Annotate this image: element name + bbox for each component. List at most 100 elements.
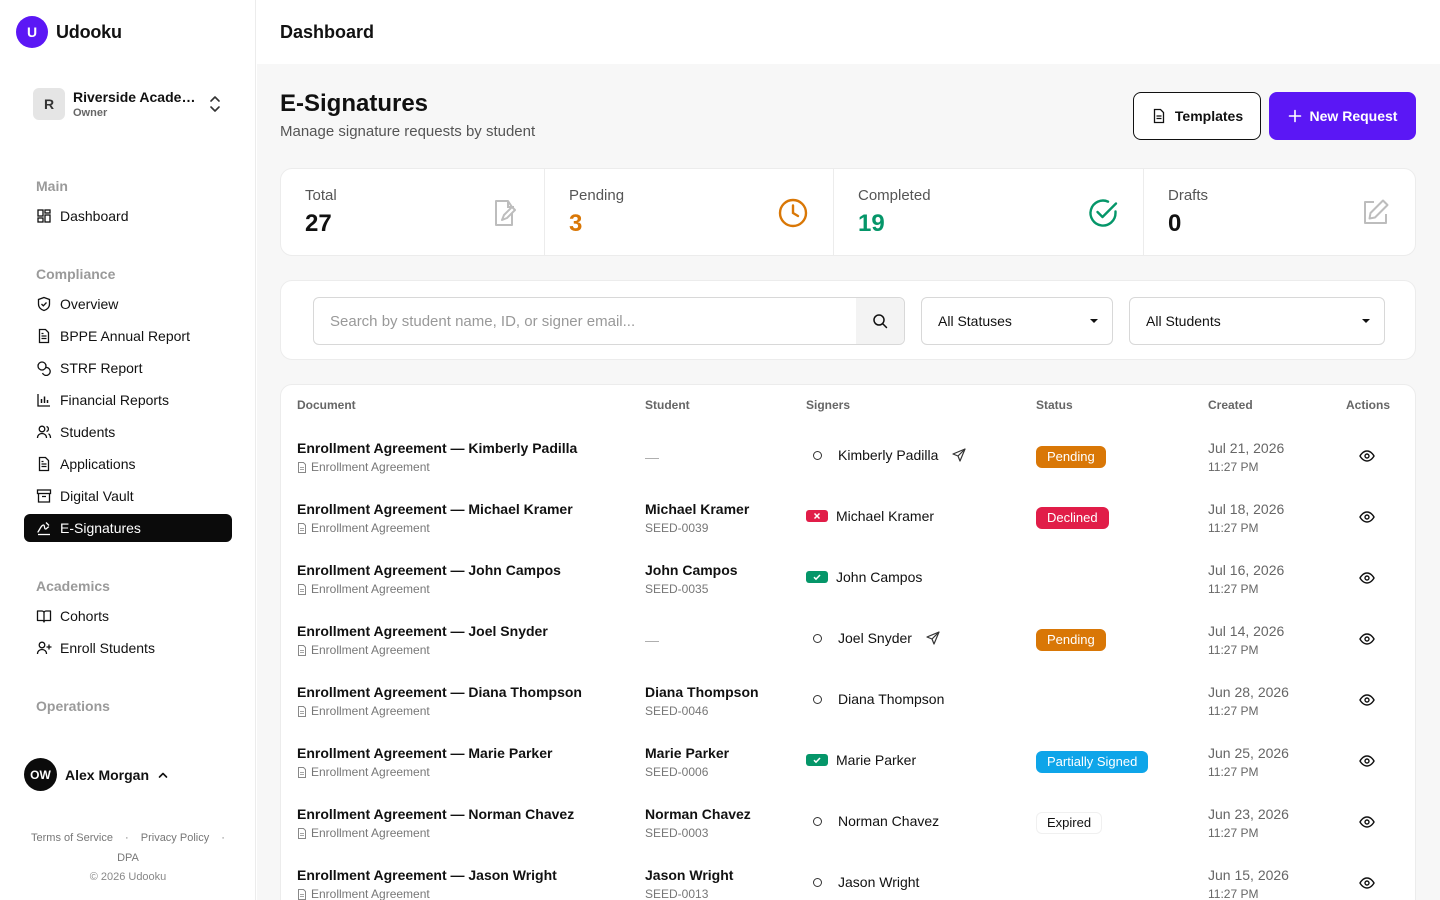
sidebar-item-label: Enroll Students (60, 640, 155, 656)
student-id: SEED-0035 (645, 582, 709, 596)
search-icon (873, 314, 888, 329)
avatar: OW (24, 758, 57, 791)
templates-button[interactable]: Templates (1133, 92, 1261, 140)
student-id: SEED-0003 (645, 826, 709, 840)
stat-drafts: Drafts 0 (1144, 169, 1415, 255)
sidebar-item-label: Digital Vault (60, 488, 134, 504)
sidebar-item-cohorts[interactable]: Cohorts (24, 602, 232, 630)
privacy-link[interactable]: Privacy Policy (141, 832, 209, 844)
copyright: © 2026 Udooku (89, 871, 167, 883)
sidebar-item-digital-vault[interactable]: Digital Vault (24, 482, 232, 510)
stat-pending: Pending 3 (545, 169, 834, 255)
table-row[interactable]: Enrollment Agreement — Kimberly Padilla E… (281, 425, 1415, 486)
signer-name: Joel Snyder (838, 630, 912, 646)
table-row[interactable]: Enrollment Agreement — Michael Kramer Enr… (281, 486, 1415, 547)
clock-icon (778, 198, 808, 228)
search-button[interactable] (856, 298, 904, 344)
file-text-icon (38, 328, 50, 344)
sidebar-item-enroll-students[interactable]: Enroll Students (24, 634, 232, 662)
page-title: E-Signatures (280, 90, 429, 117)
sidebar-item-applications[interactable]: Applications (24, 450, 232, 478)
terms-link[interactable]: Terms of Service (31, 832, 113, 844)
sidebar-item-dashboard[interactable]: Dashboard (24, 202, 232, 230)
sidebar-item-overview[interactable]: Overview (24, 290, 232, 318)
student-empty: — (645, 632, 659, 648)
sidebar-item-bppe-annual-report[interactable]: BPPE Annual Report (24, 322, 232, 350)
document-title[interactable]: Enrollment Agreement — Joel Snyder (297, 623, 548, 639)
signer-name: Kimberly Padilla (838, 447, 939, 463)
dpa-link[interactable]: DPA (117, 852, 139, 864)
view-button[interactable] (1359, 448, 1375, 469)
created-date: Jul 18, 2026 (1208, 501, 1285, 517)
document-type-label: Enrollment Agreement (311, 521, 430, 535)
view-button[interactable] (1359, 692, 1375, 713)
table-row[interactable]: Enrollment Agreement — Norman Chavez Enro… (281, 791, 1415, 852)
table-row[interactable]: Enrollment Agreement — Joel Snyder Enroll… (281, 608, 1415, 669)
created-time: 11:27 PM (1208, 826, 1259, 840)
signatures-table: Document Student Signers Status Created … (280, 384, 1416, 900)
send-icon[interactable] (926, 631, 940, 645)
document-title[interactable]: Enrollment Agreement — Diana Thompson (297, 684, 582, 700)
student-name: John Campos (645, 562, 738, 578)
document-type: Enrollment Agreement (297, 460, 577, 474)
pending-circle-icon (813, 633, 822, 643)
eye-icon (1359, 511, 1375, 523)
document-title[interactable]: Enrollment Agreement — John Campos (297, 562, 561, 578)
file-icon (298, 522, 306, 534)
view-button[interactable] (1359, 814, 1375, 835)
document-type-label: Enrollment Agreement (311, 643, 430, 657)
student-id: SEED-0013 (645, 887, 709, 900)
document-title[interactable]: Enrollment Agreement — Marie Parker (297, 745, 552, 761)
eye-icon (1359, 755, 1375, 767)
document-type: Enrollment Agreement (297, 582, 561, 596)
send-icon[interactable] (952, 448, 966, 462)
file-icon (298, 705, 306, 717)
sidebar-item-strf-report[interactable]: STRF Report (24, 354, 232, 382)
file-icon (298, 766, 306, 778)
brand-logo: U (16, 16, 48, 48)
grid-icon (37, 209, 51, 223)
view-button[interactable] (1359, 509, 1375, 530)
document-title[interactable]: Enrollment Agreement — Michael Kramer (297, 501, 573, 517)
sidebar-item-financial-reports[interactable]: Financial Reports (24, 386, 232, 414)
view-button[interactable] (1359, 753, 1375, 774)
view-button[interactable] (1359, 570, 1375, 591)
sidebar-item-label: Cohorts (60, 608, 110, 624)
org-switcher[interactable]: R Riverside Academy of Arts Owner (24, 80, 232, 128)
user-menu[interactable]: OW Alex Morgan (24, 758, 169, 791)
document-title[interactable]: Enrollment Agreement — Kimberly Padilla (297, 440, 577, 456)
topbar-title: Dashboard (280, 21, 375, 42)
search-input[interactable] (314, 298, 858, 344)
table-row[interactable]: Enrollment Agreement — Jason Wright Enrol… (281, 852, 1415, 900)
file-text-icon (1153, 108, 1165, 124)
col-student[interactable]: Student (645, 398, 690, 412)
view-button[interactable] (1359, 875, 1375, 896)
plus-icon (1288, 109, 1301, 123)
col-signers[interactable]: Signers (806, 398, 850, 412)
new-request-button[interactable]: New Request (1269, 92, 1416, 140)
org-avatar: R (33, 88, 65, 120)
status-filter-select[interactable]: All Statuses (921, 297, 1113, 345)
document-type: Enrollment Agreement (297, 521, 573, 535)
nav-group-academics: Academics Cohorts Enroll Students (24, 578, 232, 662)
student-name: Jason Wright (645, 867, 734, 883)
document-title[interactable]: Enrollment Agreement — Jason Wright (297, 867, 557, 883)
view-button[interactable] (1359, 631, 1375, 652)
student-id: SEED-0039 (645, 521, 709, 535)
col-created[interactable]: Created (1208, 398, 1253, 412)
brand[interactable]: U Udooku (16, 16, 122, 48)
sidebar-item-e-signatures[interactable]: E-Signatures (24, 514, 232, 542)
table-row[interactable]: Enrollment Agreement — John Campos Enroll… (281, 547, 1415, 608)
col-document[interactable]: Document (297, 398, 356, 412)
topbar: Dashboard (257, 0, 1440, 64)
col-status[interactable]: Status (1036, 398, 1073, 412)
check-icon (806, 754, 828, 766)
created-time: 11:27 PM (1208, 582, 1259, 596)
table-row[interactable]: Enrollment Agreement — Diana Thompson Enr… (281, 669, 1415, 730)
status-badge: Pending (1036, 629, 1106, 651)
table-row[interactable]: Enrollment Agreement — Marie Parker Enrol… (281, 730, 1415, 791)
student-filter-select[interactable]: All Students (1129, 297, 1385, 345)
check-icon (806, 571, 828, 583)
sidebar-item-students[interactable]: Students (24, 418, 232, 446)
document-title[interactable]: Enrollment Agreement — Norman Chavez (297, 806, 574, 822)
